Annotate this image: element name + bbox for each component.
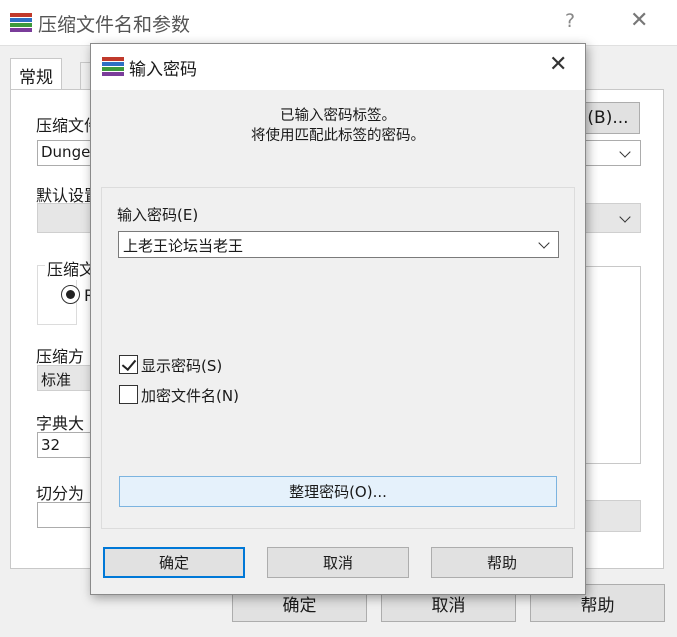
dictionary-size-combo[interactable]: 32 (37, 432, 97, 458)
help-icon[interactable]: ? (565, 10, 575, 32)
winrar-app-icon (102, 56, 124, 76)
tab-general[interactable]: 常规 (10, 58, 62, 90)
message-line-1: 已输入密码标签。 (280, 108, 396, 124)
dictionary-size-value: 32 (41, 436, 61, 454)
show-password-label[interactable]: 显示密码(S) (141, 355, 222, 376)
chevron-down-icon (619, 211, 631, 223)
close-icon[interactable]: ✕ (630, 8, 648, 33)
dictionary-size-label: 字典大 (36, 414, 85, 433)
enter-password-dialog: 输入密码 ✕ 已输入密码标签。 将使用匹配此标签的密码。 输入密码(E) 上老王… (90, 43, 586, 595)
encrypt-filenames-checkbox[interactable] (119, 385, 138, 404)
compression-method-label: 压缩方 (36, 347, 85, 366)
password-label: 输入密码(E) (117, 206, 199, 224)
close-icon[interactable]: ✕ (549, 52, 567, 77)
checkmark-icon (121, 355, 137, 372)
archive-name-value: Dunge (41, 143, 91, 161)
show-password-checkbox[interactable] (119, 355, 138, 374)
chevron-down-icon (619, 146, 631, 158)
background-gray-button[interactable] (585, 500, 641, 532)
dialog-message: 已输入密码标签。 将使用匹配此标签的密码。 (91, 106, 585, 146)
split-volumes-label: 切分为 (36, 484, 85, 503)
ok-button[interactable]: 确定 (103, 547, 245, 578)
options-panel (585, 266, 641, 464)
cancel-button[interactable]: 取消 (267, 547, 409, 578)
chevron-down-icon[interactable] (538, 237, 550, 249)
dialog-title: 输入密码 (129, 60, 197, 80)
password-input[interactable]: 上老王论坛当老王 (118, 231, 559, 258)
format-radio[interactable] (61, 285, 80, 304)
message-line-2: 将使用匹配此标签的密码。 (251, 128, 425, 144)
winrar-app-icon (10, 12, 32, 32)
background-window-title: 压缩文件名和参数 (38, 14, 191, 36)
compression-method-value: 标准 (41, 371, 72, 389)
password-value: 上老王论坛当老王 (123, 237, 244, 255)
organize-passwords-button[interactable]: 整理密码(O)... (119, 476, 557, 507)
encrypt-filenames-label[interactable]: 加密文件名(N) (141, 385, 239, 406)
compression-method-combo[interactable]: 标准 (37, 365, 97, 391)
split-volumes-combo[interactable] (37, 502, 97, 528)
help-button[interactable]: 帮助 (431, 547, 573, 578)
